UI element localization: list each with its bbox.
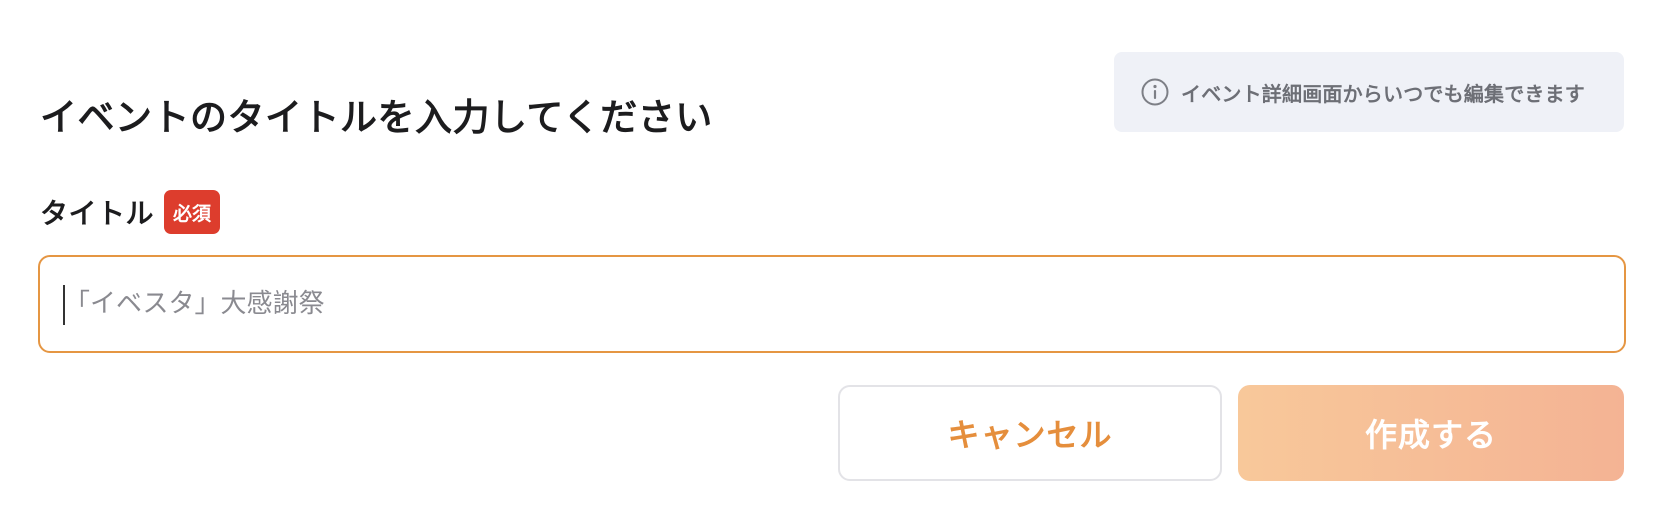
title-input[interactable] (38, 255, 1626, 353)
page-title: イベントのタイトルを入力してください (40, 95, 713, 139)
title-label-text: タイトル (40, 197, 155, 230)
info-circle-icon (1141, 78, 1169, 106)
cancel-button[interactable]: キャンセル (838, 385, 1222, 481)
required-badge: 必須 (164, 190, 221, 234)
create-button[interactable]: 作成する (1238, 385, 1624, 481)
text-caret (63, 285, 65, 325)
info-text: イベント詳細画面からいつでも編集できます (1181, 81, 1585, 106)
title-field-label: タイトル 必須 (40, 190, 221, 234)
info-banner: イベント詳細画面からいつでも編集できます (1114, 52, 1624, 132)
